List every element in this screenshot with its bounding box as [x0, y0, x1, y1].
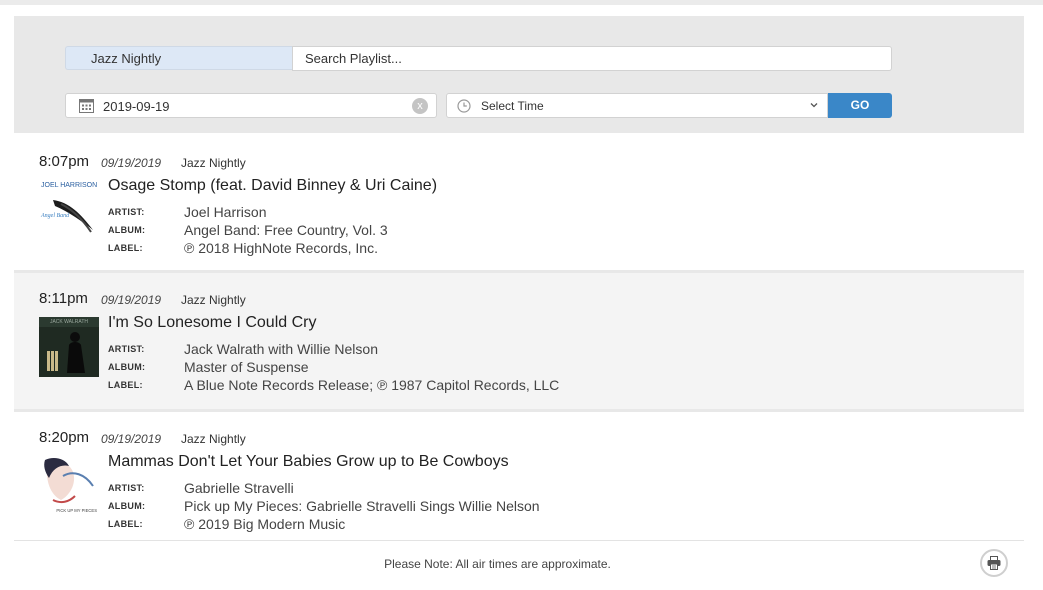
entry-date: 09/19/2019 [101, 432, 162, 446]
playlist-entry: 8:11pm 09/19/2019 Jazz Nightly JACK WALR… [14, 273, 1024, 409]
album-value: Angel Band: Free Country, Vol. 3 [184, 222, 388, 238]
date-picker-field[interactable]: 2019-09-19 x [65, 93, 437, 118]
album-label: ALBUM: [108, 225, 146, 235]
station-filter-tab[interactable]: Jazz Nightly [65, 46, 293, 70]
calendar-icon[interactable] [79, 98, 94, 113]
album-art[interactable]: PICK UP MY PIECES [39, 456, 99, 516]
record-label-label: LABEL: [108, 519, 143, 529]
album-value: Master of Suspense [184, 359, 309, 375]
entry-time: 8:11pm [39, 290, 88, 307]
clear-date-button[interactable]: x [412, 98, 428, 114]
printer-icon [987, 556, 1001, 570]
album-label: ALBUM: [108, 362, 146, 372]
entry-station: Jazz Nightly [181, 432, 246, 446]
print-button[interactable] [980, 549, 1008, 577]
artist-value: Joel Harrison [184, 204, 267, 220]
album-label: ALBUM: [108, 501, 146, 511]
air-time-note: Please Note: All air times are approxima… [384, 557, 611, 571]
date-value[interactable]: 2019-09-19 [103, 99, 170, 114]
filter-panel: Jazz Nightly 2019-09-19 x Select Time GO [14, 16, 1024, 133]
playlist-entry: 8:20pm 09/19/2019 Jazz Nightly PICK UP M… [14, 412, 1024, 540]
album-art-subtext: Angel Band [40, 213, 70, 219]
clock-icon [457, 99, 471, 113]
record-label-label: LABEL: [108, 243, 143, 253]
album-art-text: PICK UP MY PIECES [56, 508, 97, 513]
footer-divider [14, 540, 1024, 541]
artist-value: Jack Walrath with Willie Nelson [184, 341, 378, 357]
entry-time: 8:07pm [39, 153, 90, 170]
album-art-text: JOEL HARRISON [41, 182, 97, 189]
record-label-value: ℗ 2019 Big Modern Music [184, 516, 346, 532]
entry-station: Jazz Nightly [181, 156, 246, 170]
entry-date: 09/19/2019 [101, 293, 162, 307]
artist-label: ARTIST: [108, 483, 145, 493]
artist-label: ARTIST: [108, 344, 145, 354]
record-label-value: A Blue Note Records Release; ℗ 1987 Capi… [184, 377, 560, 393]
record-label-value: ℗ 2018 HighNote Records, Inc. [184, 240, 378, 256]
track-title: I'm So Lonesome I Could Cry [108, 314, 317, 331]
album-art-text: JACK WALRATH [50, 319, 88, 325]
artist-value: Gabrielle Stravelli [184, 480, 294, 496]
time-select[interactable]: Select Time [446, 93, 828, 118]
record-label-label: LABEL: [108, 380, 143, 390]
entry-station: Jazz Nightly [181, 293, 246, 307]
album-art[interactable]: JOEL HARRISON Angel Band [39, 180, 99, 240]
chevron-down-icon [810, 103, 818, 108]
entry-date: 09/19/2019 [101, 156, 162, 170]
time-select-value: Select Time [481, 99, 544, 113]
album-art[interactable]: JACK WALRATH [39, 317, 99, 377]
album-value: Pick up My Pieces: Gabrielle Stravelli S… [184, 498, 540, 514]
playlist-entry: 8:07pm 09/19/2019 Jazz Nightly JOEL HARR… [14, 136, 1024, 272]
search-playlist-input[interactable] [292, 46, 892, 71]
top-rule [0, 0, 1043, 5]
entry-time: 8:20pm [39, 429, 90, 446]
go-button[interactable]: GO [828, 93, 892, 118]
artist-label: ARTIST: [108, 207, 145, 217]
track-title: Osage Stomp (feat. David Binney & Uri Ca… [108, 177, 438, 194]
track-title: Mammas Don't Let Your Babies Grow up to … [108, 453, 509, 470]
